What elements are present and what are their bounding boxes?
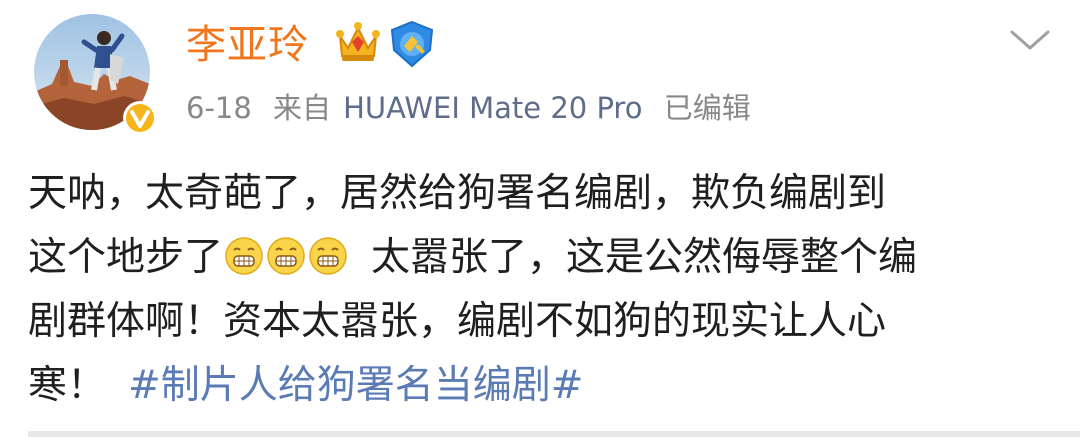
content-line: 天呐，太奇葩了，居然给狗署名编剧，欺负编剧到	[28, 162, 1058, 226]
crown-icon[interactable]	[334, 18, 382, 64]
grimace-emoji-icon	[225, 237, 263, 275]
content-text: 天呐，太奇葩了，居然给狗署名编剧，欺负编剧到	[28, 171, 887, 216]
device-name[interactable]: HUAWEI Mate 20 Pro	[343, 91, 642, 125]
content-line: 寒！ #制片人给狗署名当编剧#	[28, 354, 1058, 418]
divider	[28, 431, 1080, 437]
avatar-wrap[interactable]	[34, 14, 157, 136]
post-date: 6-18	[186, 91, 252, 125]
content-line: 这个地步了 太嚣张了，这是公然侮辱整个编	[28, 226, 1058, 290]
chevron-down-icon[interactable]	[1008, 26, 1052, 54]
blue-v-badge-icon[interactable]	[388, 20, 436, 68]
hashtag-link[interactable]: #制片人给狗署名当编剧#	[128, 363, 583, 408]
grimace-emoji-icon	[267, 237, 305, 275]
content-text: 寒！	[28, 363, 107, 408]
content-text: 太嚣张了，这是公然侮辱整个编	[371, 235, 918, 280]
source-prefix: 来自	[273, 91, 332, 125]
content-text: 剧群体啊！资本太嚣张，编剧不如狗的现实让人心	[28, 299, 887, 344]
post-meta: 6-18 来自 HUAWEI Mate 20 Pro 已编辑	[186, 88, 763, 128]
edited-label[interactable]: 已编辑	[664, 91, 751, 125]
content-line: 剧群体啊！资本太嚣张，编剧不如狗的现实让人心	[28, 290, 1058, 354]
content-text: 这个地步了	[28, 235, 224, 280]
post-content: 天呐，太奇葩了，居然给狗署名编剧，欺负编剧到 这个地步了 太嚣张了，这是公然侮辱整…	[28, 162, 1058, 418]
weibo-post: 李亚玲 6-18 来自 HUAWEI Mate 20 Pro 已编辑 天呐，太奇葩…	[0, 0, 1080, 437]
yellow-v-verified-icon	[123, 101, 157, 135]
grimace-emoji-icon	[309, 237, 347, 275]
username[interactable]: 李亚玲	[186, 18, 309, 72]
